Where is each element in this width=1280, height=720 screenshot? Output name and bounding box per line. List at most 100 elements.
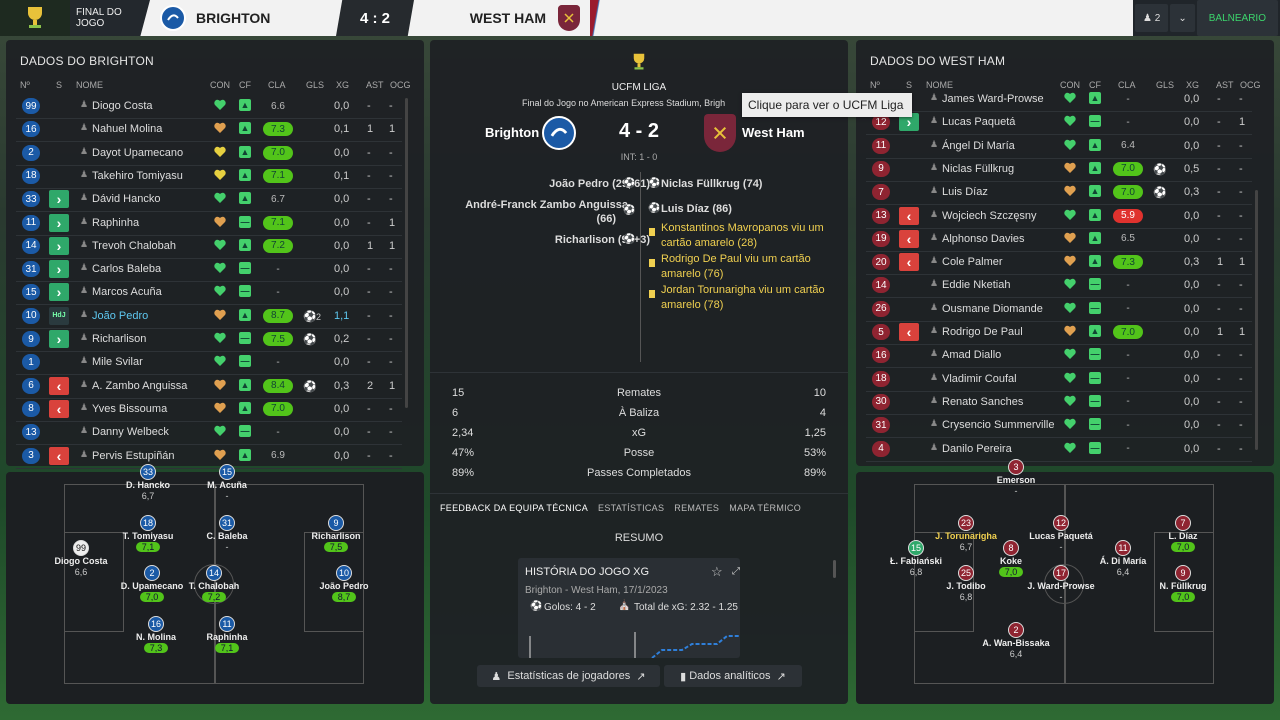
player-name[interactable]: Crysencio Summerville xyxy=(942,419,1054,431)
player-marker[interactable]: 16 N. Molina 7,3 xyxy=(116,616,196,654)
player-name[interactable]: Renato Sanches xyxy=(942,396,1023,408)
player-row[interactable]: 16 ♟ Amad Diallo — - 0,0 - - xyxy=(856,344,1274,367)
player-marker[interactable]: 3 Emerson - xyxy=(976,459,1056,497)
player-marker[interactable]: 17 J. Ward-Prowse - xyxy=(1021,565,1101,603)
player-name[interactable]: Pervis Estupiñán xyxy=(92,450,175,462)
player-row[interactable]: 18 ♟ Takehiro Tomiyasu ▲ 7.1 0,1 - - xyxy=(6,165,424,188)
player-row[interactable]: ♟ James Ward-Prowse ▲ - 0,0 - - xyxy=(856,88,1274,111)
player-name[interactable]: Richarlison xyxy=(92,333,146,345)
player-marker[interactable]: 33 D. Hancko 6,7 xyxy=(108,464,188,502)
card-event[interactable]: cartão amarelo (28) xyxy=(661,237,757,249)
away-goal-event[interactable]: Niclas Füllkrug (74) xyxy=(661,178,762,190)
player-name[interactable]: Mile Svilar xyxy=(92,356,143,368)
player-row[interactable]: 14 › ♟ Trevoh Chalobah ▲ 7.2 0,0 1 1 xyxy=(6,235,424,258)
player-name[interactable]: Nahuel Molina xyxy=(92,123,162,135)
league-logo[interactable] xyxy=(0,0,70,36)
player-name[interactable]: Eddie Nketiah xyxy=(942,279,1011,291)
player-row[interactable]: 10 HdJ ♟ João Pedro ▲ 8.7 ⚽ 2 1,1 - - xyxy=(6,305,424,328)
player-marker[interactable]: 10 João Pedro 8,7 xyxy=(304,565,384,603)
player-name[interactable]: Dayot Upamecano xyxy=(92,147,183,159)
player-row[interactable]: 19 ‹ ♟ Alphonso Davies ▲ 6.5 0,0 - - xyxy=(856,228,1274,251)
player-name[interactable]: Takehiro Tomiyasu xyxy=(92,170,183,182)
player-marker[interactable]: 7 L. Díaz 7,0 xyxy=(1143,515,1223,553)
player-name[interactable]: Diogo Costa xyxy=(92,100,153,112)
tab-2[interactable]: REMATES xyxy=(674,503,719,513)
player-marker[interactable]: 9 Richarlison 7,5 xyxy=(296,515,376,553)
scrollbar[interactable] xyxy=(405,98,408,408)
dropdown-button[interactable]: ⌄ xyxy=(1170,4,1195,32)
player-row[interactable]: 13 ‹ ♟ Wojciech Szczęsny ▲ 5.9 0,0 - - xyxy=(856,205,1274,228)
player-name[interactable]: Ousmane Diomande xyxy=(942,303,1043,315)
tab-3[interactable]: MAPA TÉRMICO xyxy=(729,503,801,513)
league-name[interactable]: UCFM LIGA xyxy=(430,82,848,93)
analytics-button[interactable]: ▮ Dados analíticos ↗ xyxy=(664,665,802,687)
balneario-button[interactable]: BALNEARIO xyxy=(1196,0,1278,36)
tab-1[interactable]: ESTATÍSTICAS xyxy=(598,503,664,513)
expand-icon[interactable]: ⤢ xyxy=(732,566,740,577)
tab-0[interactable]: FEEDBACK DA EQUIPA TÉCNICA xyxy=(440,503,588,513)
card-event[interactable]: Konstantinos Mavropanos viu um xyxy=(661,222,824,234)
star-icon[interactable]: ☆ xyxy=(711,564,723,580)
player-marker[interactable]: 14 T. Chalobah 7,2 xyxy=(174,565,254,603)
player-name[interactable]: Danny Welbeck xyxy=(92,426,169,438)
player-row[interactable]: 31 ♟ Crysencio Summerville — - 0,0 - - xyxy=(856,414,1274,437)
player-row[interactable]: 33 › ♟ Dávid Hancko ▲ 6.7 0,0 - - xyxy=(6,188,424,211)
home-team[interactable]: BRIGHTON xyxy=(160,0,270,36)
player-marker[interactable]: 31 C. Baleba - xyxy=(187,515,267,553)
player-stats-button[interactable]: ♟ Estatísticas de jogadores ↗ xyxy=(477,665,660,687)
player-row[interactable]: 2 ♟ Dayot Upamecano ▲ 7.0 0,0 - - xyxy=(6,142,424,165)
player-name[interactable]: Wojciech Szczęsny xyxy=(942,210,1037,222)
player-marker[interactable]: 99 Diogo Costa 6,6 xyxy=(41,540,121,578)
player-name[interactable]: Ángel Di María xyxy=(942,140,1015,152)
player-name[interactable]: Marcos Acuña xyxy=(92,286,162,298)
player-row[interactable]: 99 ♟ Diogo Costa ▲ 6.6 0,0 - - xyxy=(6,95,424,118)
player-name[interactable]: A. Zambo Anguissa xyxy=(92,380,187,392)
player-row[interactable]: 12 › ♟ Lucas Paquetá — -0,0-1 xyxy=(856,111,1274,134)
player-row[interactable]: 4 ♟ Danilo Pereira — - 0,0 - - xyxy=(856,438,1274,461)
player-name[interactable]: Lucas Paquetá xyxy=(942,116,1015,128)
player-name[interactable]: Yves Bissouma xyxy=(92,403,167,415)
away-team[interactable]: WEST HAM xyxy=(430,0,590,36)
player-marker[interactable]: 15 M. Acuña - xyxy=(187,464,267,502)
card-event[interactable]: Jordan Torunarigha viu um cartão xyxy=(661,284,825,296)
player-row[interactable]: 5 ‹ ♟ Rodrigo De Paul ▲ 7.0 0,0 1 1 xyxy=(856,321,1274,344)
card-event[interactable]: amarelo (78) xyxy=(661,299,723,311)
player-row[interactable]: 9 ♟ Niclas Füllkrug ▲ 7.0 ⚽ 0,5 - - xyxy=(856,158,1274,181)
home-goal-event[interactable]: André-Franck Zambo Anguissa xyxy=(465,199,628,211)
player-row[interactable]: 13 ♟ Danny Welbeck — - 0,0 - - xyxy=(6,421,424,444)
player-name[interactable]: Rodrigo De Paul xyxy=(942,326,1023,338)
league-trophy-icon[interactable] xyxy=(630,52,648,72)
player-marker[interactable]: 25 J. Todibo 6,8 xyxy=(926,565,1006,603)
card-scrollbar[interactable] xyxy=(833,560,836,578)
home-goal-event[interactable]: (66) xyxy=(596,213,616,225)
player-name[interactable]: João Pedro xyxy=(92,310,148,322)
player-row[interactable]: 16 ♟ Nahuel Molina ▲ 7.3 0,1 1 1 xyxy=(6,118,424,141)
player-row[interactable]: 6 ‹ ♟ A. Zambo Anguissa ▲ 8.4 ⚽ 0,3 2 1 xyxy=(6,375,424,398)
player-row[interactable]: 15 › ♟ Marcos Acuña — - 0,0 - - xyxy=(6,281,424,304)
player-name[interactable]: Amad Diallo xyxy=(942,349,1001,361)
center-away-name[interactable]: West Ham xyxy=(742,125,805,140)
player-row[interactable]: 9 › ♟ Richarlison — 7.5 ⚽ 0,2 - - xyxy=(6,328,424,351)
player-row[interactable]: 11 ♟ Ángel Di María ▲ 6.4 0,0 - - xyxy=(856,135,1274,158)
player-row[interactable]: 18 ♟ Vladimir Coufal — - 0,0 - - xyxy=(856,368,1274,391)
player-name[interactable]: Trevoh Chalobah xyxy=(92,240,176,252)
player-row[interactable]: 11 › ♟ Raphinha — 7.1 0,0 - 1 xyxy=(6,212,424,235)
player-marker[interactable]: 11 Raphinha 7,1 xyxy=(187,616,267,654)
player-row[interactable]: 30 ♟ Renato Sanches — - 0,0 - - xyxy=(856,391,1274,414)
player-name[interactable]: Alphonso Davies xyxy=(942,233,1025,245)
player-name[interactable]: Luis Díaz xyxy=(942,186,988,198)
player-row[interactable]: 7 ♟ Luis Díaz ▲ 7.0 ⚽ 0,3 - - xyxy=(856,181,1274,204)
player-name[interactable]: Danilo Pereira xyxy=(942,443,1012,455)
player-row[interactable]: 26 ♟ Ousmane Diomande — - 0,0 - - xyxy=(856,298,1274,321)
away-goal-event[interactable]: Luis Díaz (86) xyxy=(661,203,732,215)
player-marker[interactable]: 9 N. Füllkrug 7,0 xyxy=(1143,565,1223,603)
xg-story-card[interactable]: HISTÓRIA DO JOGO XG ☆ ⤢ Brighton - West … xyxy=(518,558,740,658)
player-marker[interactable]: 2 A. Wan-Bissaka 6,4 xyxy=(976,622,1056,660)
player-name[interactable]: Vladimir Coufal xyxy=(942,373,1017,385)
player-row[interactable]: 8 ‹ ♟ Yves Bissouma ▲ 7.0 0,0 - - xyxy=(6,398,424,421)
player-name[interactable]: Niclas Füllkrug xyxy=(942,163,1014,175)
player-row[interactable]: 20 ‹ ♟ Cole Palmer ▲ 7.3 0,3 1 1 xyxy=(856,251,1274,274)
player-name[interactable]: Cole Palmer xyxy=(942,256,1003,268)
card-event[interactable]: Rodrigo De Paul viu um cartão xyxy=(661,253,811,265)
player-name[interactable]: Carlos Baleba xyxy=(92,263,161,275)
